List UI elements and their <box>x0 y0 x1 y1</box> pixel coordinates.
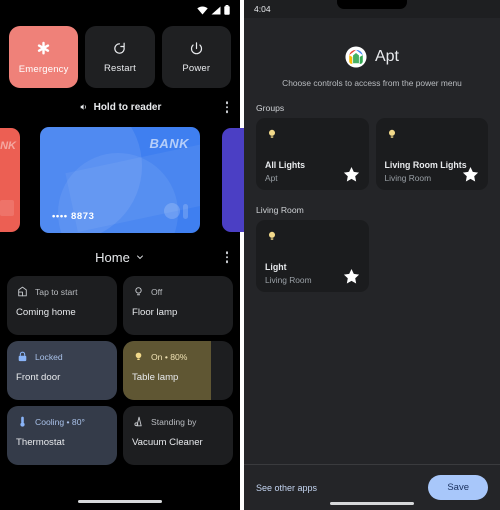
controls-grid-living-room: Light Living Room <box>244 220 500 292</box>
section-title-groups: Groups <box>256 103 285 113</box>
emergency-asterisk-icon <box>38 41 50 55</box>
card-bank-label: BANK <box>149 136 189 151</box>
tile-name: Front door <box>16 372 61 383</box>
control-card-living-room-lights[interactable]: Living Room Lights Living Room <box>375 118 488 190</box>
navigation-bar[interactable] <box>244 502 500 505</box>
emergency-label: Emergency <box>18 63 69 75</box>
star-filled-icon[interactable] <box>342 267 361 286</box>
control-name: All Lights <box>265 160 306 170</box>
control-location: Apt <box>265 173 278 183</box>
device-tile-floor-lamp[interactable]: Off Floor lamp <box>123 276 233 335</box>
status-bar <box>0 0 240 20</box>
device-tile-front-door[interactable]: Locked Front door <box>7 341 117 400</box>
wallet-overflow-menu-icon[interactable] <box>225 101 228 113</box>
gesture-pill[interactable] <box>78 500 162 503</box>
display-notch <box>337 0 407 9</box>
routine-icon <box>18 286 27 297</box>
bulb-outline-icon <box>135 287 142 296</box>
control-name: Living Room Lights <box>384 160 467 170</box>
bulb-filled-icon <box>388 129 395 138</box>
wifi-icon <box>197 5 208 14</box>
thermostat-icon <box>20 416 25 427</box>
lock-icon <box>18 351 27 362</box>
home-overflow-menu-icon[interactable] <box>225 251 228 263</box>
clock: 4:04 <box>254 4 271 14</box>
previous-card-bank-label: NK <box>0 140 16 152</box>
tile-name: Vacuum Cleaner <box>132 437 203 448</box>
bulb-filled-icon <box>268 231 276 240</box>
app-header: Apt <box>244 46 500 68</box>
restart-button[interactable]: Restart <box>85 26 155 88</box>
app-subtitle: Choose controls to access from the power… <box>282 78 462 88</box>
battery-icon <box>224 5 230 15</box>
control-location: Living Room <box>265 275 312 285</box>
wallet-header: Hold to reader <box>0 94 240 120</box>
status-bar: 4:04 <box>244 0 500 18</box>
controls-picker-screen: 4:04 Apt Choose controls to access from … <box>244 0 500 510</box>
star-filled-icon[interactable] <box>342 165 361 184</box>
device-tile-thermostat[interactable]: Cooling • 80° Thermostat <box>7 406 117 465</box>
bulb-filled-icon <box>135 352 142 360</box>
power-icon <box>190 41 202 54</box>
restart-label: Restart <box>103 62 136 74</box>
tile-status: Tap to start <box>35 286 78 297</box>
emergency-button[interactable]: Emergency <box>9 26 79 88</box>
dual-screenshot: Emergency Restart Power Hold to reader N… <box>0 0 500 510</box>
control-card-all-lights[interactable]: All Lights Apt <box>256 118 369 190</box>
wallet-card-carousel[interactable]: NK BANK •••• 8873 <box>0 122 256 240</box>
card-contactless-icon <box>164 203 188 219</box>
app-name: Apt <box>374 48 399 65</box>
nfc-icon <box>80 104 86 110</box>
power-button-row: Emergency Restart Power <box>0 20 240 88</box>
home-header[interactable]: Home <box>0 242 240 272</box>
wallet-card-active[interactable]: BANK •••• 8873 <box>40 127 200 233</box>
tile-name: Coming home <box>16 307 76 318</box>
navigation-bar[interactable] <box>0 500 240 503</box>
previous-card-chip <box>0 200 14 216</box>
tile-status: Standing by <box>151 416 197 427</box>
save-button[interactable]: Save <box>428 475 488 500</box>
signal-icon <box>211 6 221 14</box>
power-label: Power <box>182 62 211 74</box>
wallet-header-label: Hold to reader <box>93 101 162 113</box>
section-title-living-room: Living Room <box>256 205 304 215</box>
tile-status: On • 80% <box>151 351 188 362</box>
power-button[interactable]: Power <box>161 26 231 88</box>
home-title: Home <box>95 249 130 265</box>
card-number: •••• 8873 <box>52 211 95 222</box>
star-filled-icon[interactable] <box>461 165 480 184</box>
wallet-card-previous[interactable]: NK <box>0 128 20 232</box>
google-home-icon <box>345 46 367 68</box>
restart-icon <box>114 42 126 54</box>
tile-name: Thermostat <box>16 437 65 448</box>
bulb-filled-icon <box>268 129 276 138</box>
device-tile-vacuum-cleaner[interactable]: Standing by Vacuum Cleaner <box>123 406 233 465</box>
control-card-light[interactable]: Light Living Room <box>256 220 369 292</box>
control-name: Light <box>265 262 287 272</box>
tile-status: Cooling • 80° <box>35 416 85 427</box>
device-tile-grid: Tap to start Coming home Off Floor lamp <box>0 272 240 465</box>
tile-status: Off <box>151 286 163 297</box>
control-location: Living Room <box>384 173 432 183</box>
chevron-down-icon[interactable] <box>135 252 145 262</box>
tile-name: Table lamp <box>132 372 179 383</box>
device-tile-table-lamp[interactable]: On • 80% Table lamp <box>123 341 233 400</box>
tile-name: Floor lamp <box>132 307 178 318</box>
vacuum-icon <box>134 416 142 427</box>
gesture-pill[interactable] <box>330 502 414 505</box>
tile-status: Locked <box>35 351 63 362</box>
controls-grid-groups: All Lights Apt Living Room Lights Living… <box>244 118 500 190</box>
power-menu-screen: Emergency Restart Power Hold to reader N… <box>0 0 256 510</box>
see-other-apps-link[interactable]: See other apps <box>256 483 317 493</box>
device-tile-coming-home[interactable]: Tap to start Coming home <box>7 276 117 335</box>
